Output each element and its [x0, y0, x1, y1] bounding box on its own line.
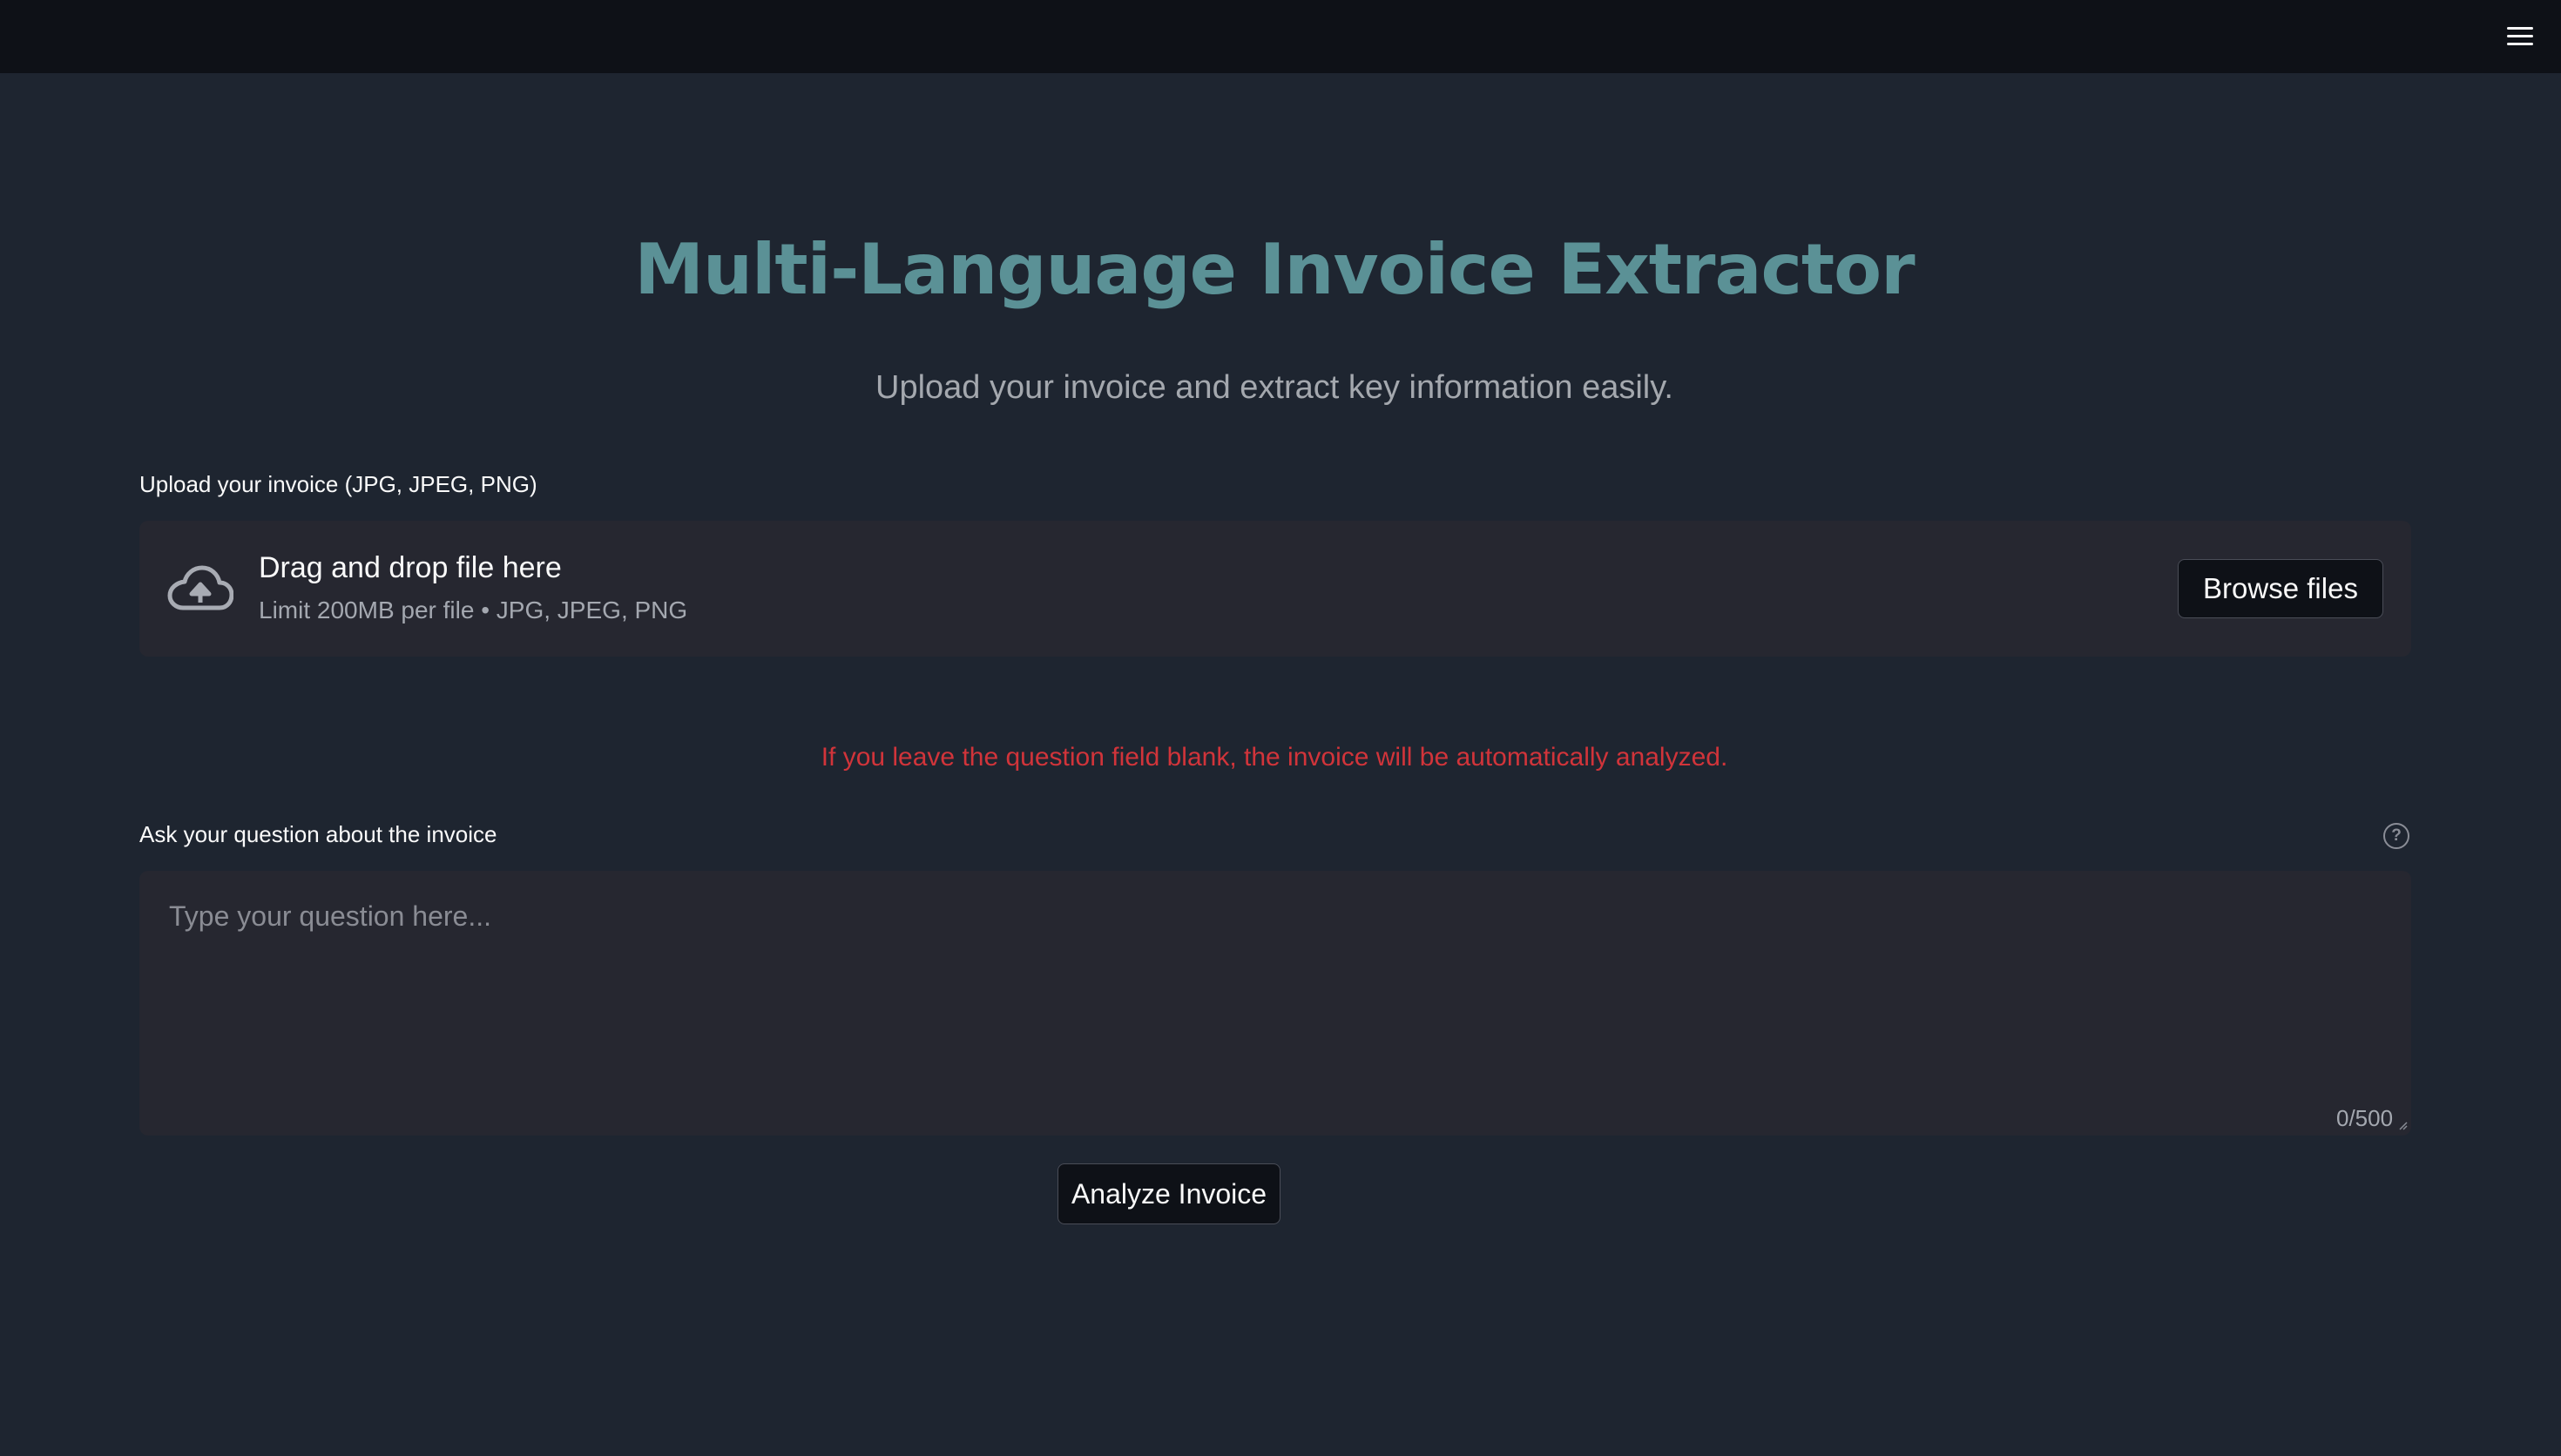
dropzone-title: Drag and drop file here [259, 551, 562, 584]
page-subtitle: Upload your invoice and extract key info… [875, 369, 1673, 406]
hamburger-menu-icon[interactable] [2505, 24, 2537, 49]
character-counter: 0/500 [2336, 1105, 2394, 1131]
browse-files-button[interactable]: Browse files [2178, 559, 2383, 618]
file-dropzone[interactable]: Drag and drop file here Limit 200MB per … [139, 521, 2411, 657]
question-textarea[interactable] [139, 871, 2411, 1136]
cloud-upload-icon [167, 565, 233, 610]
uploader-label: Upload your invoice (JPG, JPEG, PNG) [139, 471, 537, 497]
analyze-invoice-button[interactable]: Analyze Invoice [1058, 1163, 1280, 1224]
top-header-bar [0, 0, 2561, 73]
blank-question-warning: If you leave the question field blank, t… [821, 743, 1728, 772]
resize-handle-icon[interactable] [2397, 1120, 2408, 1130]
dropzone-limit-text: Limit 200MB per file • JPG, JPEG, PNG [259, 597, 688, 624]
help-circle-icon[interactable]: ? [2383, 823, 2409, 849]
question-label: Ask your question about the invoice [139, 821, 497, 847]
page-title: Multi-Language Invoice Extractor [634, 229, 1915, 310]
